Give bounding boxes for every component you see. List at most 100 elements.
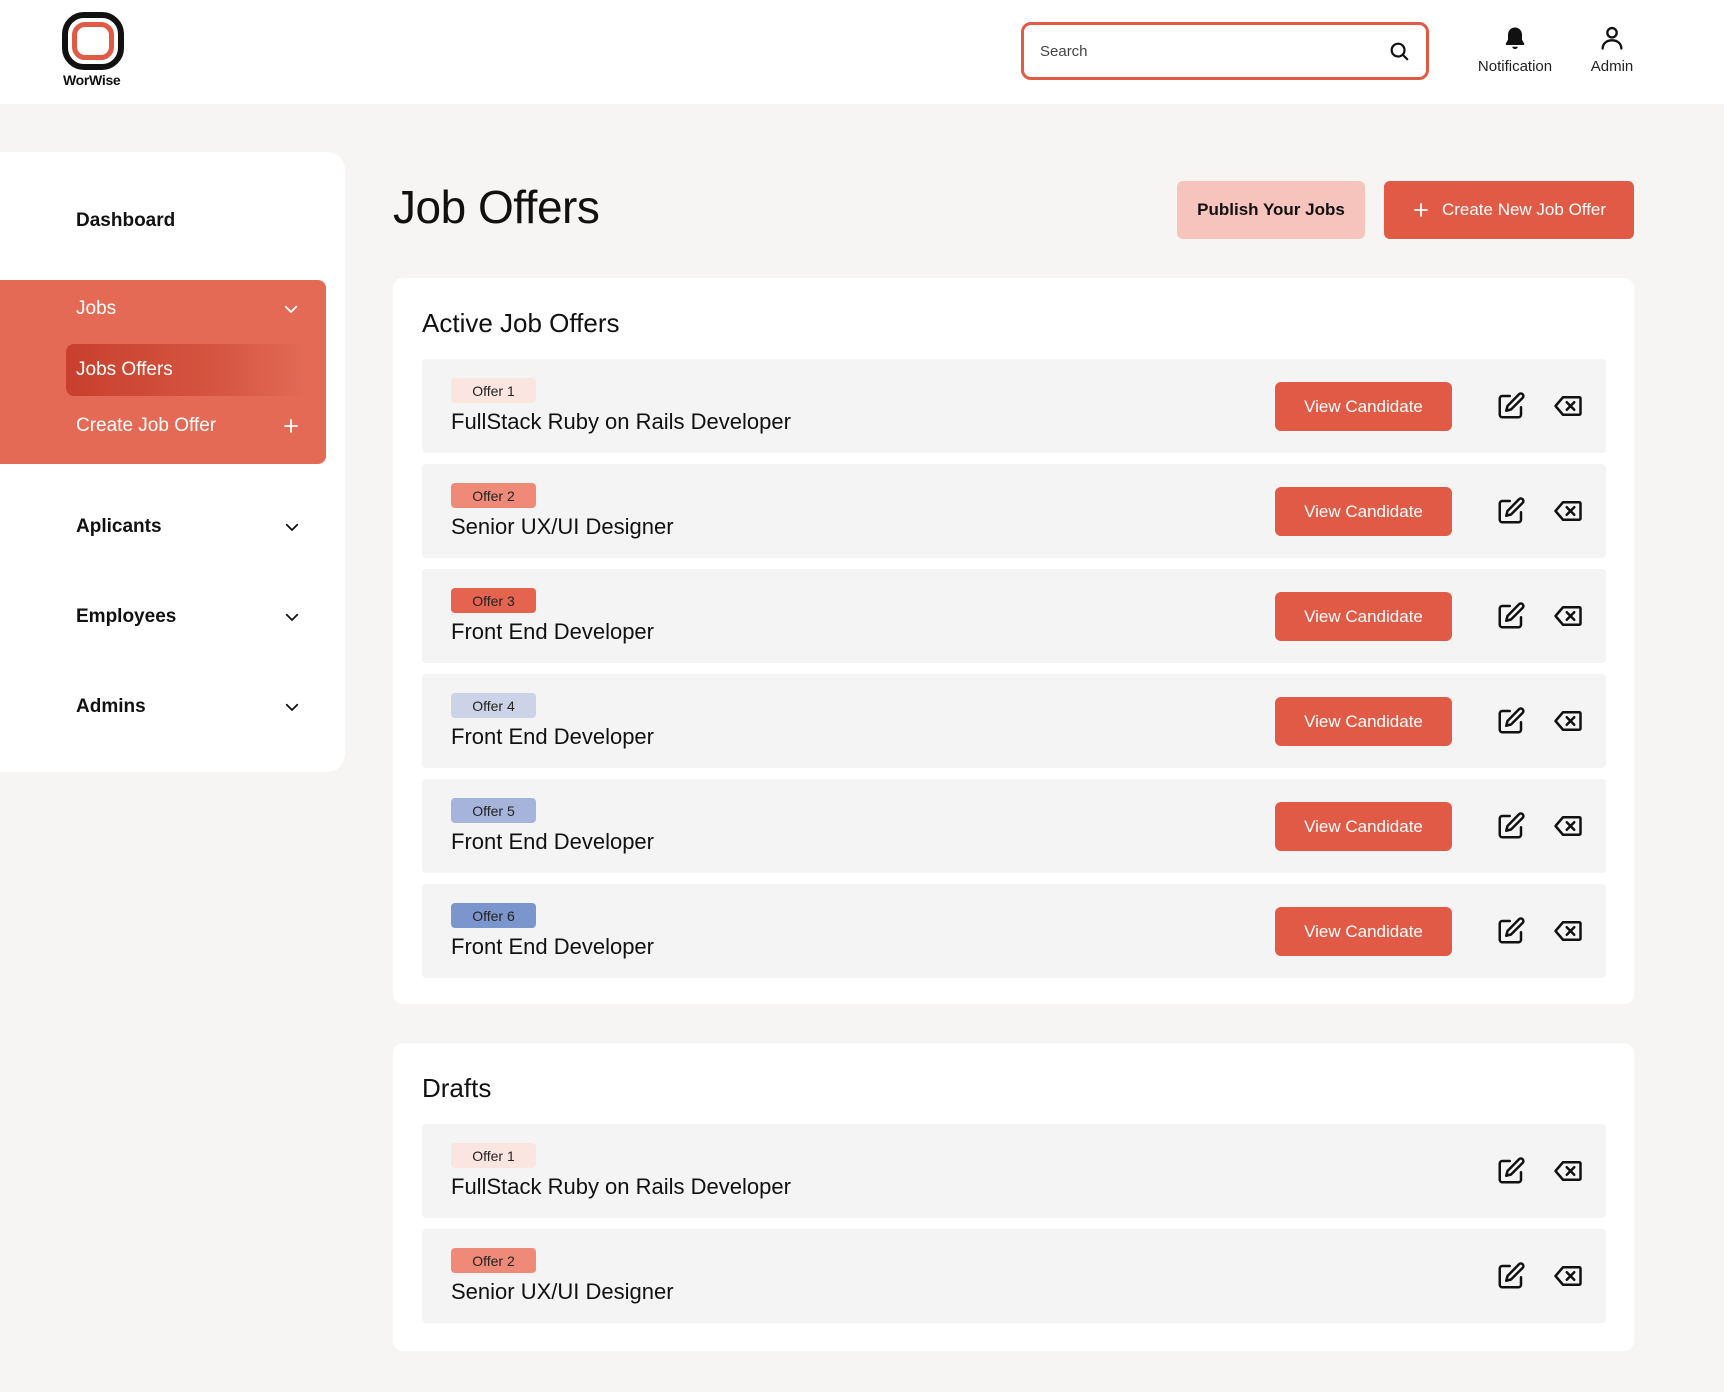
backspace-delete-icon: [1554, 921, 1582, 941]
create-job-offer-button[interactable]: Create New Job Offer: [1384, 181, 1634, 239]
edit-icon: [1498, 392, 1525, 419]
chevron-down-icon: [285, 613, 299, 621]
top-header: WorWise Notification Admin: [0, 0, 1724, 104]
job-title: Front End Developer: [451, 724, 654, 749]
job-offer-row[interactable]: Offer 6 Front End Developer View Candidate: [422, 884, 1606, 978]
job-offer-row[interactable]: Offer 1 FullStack Ruby on Rails Developer: [422, 1124, 1606, 1218]
sidebar-item-aplicants[interactable]: Aplicants: [76, 512, 301, 542]
job-offer-row[interactable]: Offer 5 Front End Developer View Candidate: [422, 779, 1606, 873]
notification-button[interactable]: Notification: [1475, 24, 1555, 75]
sidebar-item-label: Admins: [76, 696, 146, 717]
job-offer-row[interactable]: Offer 1 FullStack Ruby on Rails Developer…: [422, 359, 1606, 453]
brand-name: WorWise: [63, 72, 121, 88]
backspace-delete-icon: [1554, 711, 1582, 731]
delete-button[interactable]: [1553, 496, 1583, 526]
job-title: Front End Developer: [451, 934, 654, 959]
edit-button[interactable]: [1496, 916, 1526, 946]
sidebar-group-jobs: Jobs Jobs Offers Create Job Offer: [0, 280, 326, 464]
sidebar-item-jobs[interactable]: Jobs: [76, 292, 300, 326]
chevron-down-icon: [285, 523, 299, 531]
offer-badge: Offer 3: [451, 588, 536, 613]
edit-icon: [1498, 602, 1525, 629]
backspace-delete-icon: [1554, 396, 1582, 416]
edit-icon: [1498, 1157, 1525, 1184]
delete-button[interactable]: [1553, 706, 1583, 736]
view-candidate-button[interactable]: View Candidate: [1275, 487, 1452, 536]
sidebar-item-dashboard[interactable]: Dashboard: [76, 206, 301, 236]
view-candidate-button[interactable]: View Candidate: [1275, 802, 1452, 851]
job-offer-row[interactable]: Offer 2 Senior UX/UI Designer View Candida…: [422, 464, 1606, 558]
backspace-delete-icon: [1554, 606, 1582, 626]
job-title: FullStack Ruby on Rails Developer: [451, 1174, 791, 1199]
sidebar: Dashboard Jobs Jobs Offers Create Job Of…: [0, 152, 345, 772]
view-candidate-button[interactable]: View Candidate: [1275, 592, 1452, 641]
backspace-delete-icon: [1554, 816, 1582, 836]
sidebar-item-label: Employees: [76, 606, 177, 627]
sidebar-item-create-job-offer[interactable]: Create Job Offer: [76, 408, 300, 444]
user-icon: [1601, 26, 1623, 50]
admin-label: Admin: [1590, 58, 1634, 75]
publish-jobs-button[interactable]: Publish Your Jobs: [1177, 181, 1365, 239]
edit-button[interactable]: [1496, 1261, 1526, 1291]
sidebar-item-label: Jobs Offers: [76, 359, 173, 380]
admin-button[interactable]: Admin: [1582, 24, 1642, 75]
edit-button[interactable]: [1496, 496, 1526, 526]
offer-badge: Offer 2: [451, 483, 536, 508]
edit-button[interactable]: [1496, 706, 1526, 736]
view-candidate-button[interactable]: View Candidate: [1275, 697, 1452, 746]
delete-button[interactable]: [1553, 601, 1583, 631]
bell-icon: [1505, 27, 1525, 50]
backspace-delete-icon: [1554, 1161, 1582, 1181]
edit-button[interactable]: [1496, 1156, 1526, 1186]
view-candidate-button[interactable]: View Candidate: [1275, 907, 1452, 956]
chevron-down-icon: [284, 305, 298, 313]
offer-badge: Offer 1: [451, 1143, 536, 1168]
chevron-down-icon: [285, 703, 299, 711]
offer-badge: Offer 5: [451, 798, 536, 823]
job-title: Front End Developer: [451, 619, 654, 644]
delete-button[interactable]: [1553, 1261, 1583, 1291]
view-candidate-button[interactable]: View Candidate: [1275, 382, 1452, 431]
edit-button[interactable]: [1496, 391, 1526, 421]
delete-button[interactable]: [1553, 1156, 1583, 1186]
edit-icon: [1498, 497, 1525, 524]
edit-icon: [1498, 917, 1525, 944]
edit-icon: [1498, 1262, 1525, 1289]
sidebar-item-jobs-offers[interactable]: Jobs Offers: [66, 344, 306, 396]
brand-logo[interactable]: WorWise: [58, 12, 134, 92]
job-offer-row[interactable]: Offer 3 Front End Developer View Candidate: [422, 569, 1606, 663]
edit-button[interactable]: [1496, 601, 1526, 631]
section-title: Active Job Offers: [422, 308, 620, 338]
job-offer-row[interactable]: Offer 2 Senior UX/UI Designer: [422, 1229, 1606, 1323]
backspace-delete-icon: [1554, 501, 1582, 521]
offer-badge: Offer 4: [451, 693, 536, 718]
page-title: Job Offers: [393, 181, 600, 233]
sidebar-item-label: Aplicants: [76, 516, 162, 537]
sidebar-item-label: Jobs: [76, 298, 117, 319]
plus-icon: [1414, 203, 1428, 217]
active-job-offers-card: Active Job Offers Offer 1 FullStack Ruby …: [393, 278, 1634, 1004]
sidebar-item-label: Create Job Offer: [76, 415, 217, 436]
sidebar-item-label: Dashboard: [76, 210, 176, 231]
delete-button[interactable]: [1553, 916, 1583, 946]
edit-icon: [1498, 707, 1525, 734]
create-job-offer-label: Create New Job Offer: [1441, 200, 1607, 219]
search-input[interactable]: [1040, 42, 1388, 60]
backspace-delete-icon: [1554, 1266, 1582, 1286]
logo-mark: [62, 12, 124, 70]
edit-icon: [1498, 812, 1525, 839]
section-title: Drafts: [422, 1073, 492, 1103]
edit-button[interactable]: [1496, 811, 1526, 841]
notification-label: Notification: [1477, 58, 1553, 75]
delete-button[interactable]: [1553, 391, 1583, 421]
job-title: Senior UX/UI Designer: [451, 1279, 674, 1304]
search-icon[interactable]: [1388, 40, 1410, 62]
delete-button[interactable]: [1553, 811, 1583, 841]
plus-icon: [284, 419, 298, 433]
sidebar-item-employees[interactable]: Employees: [76, 602, 301, 632]
job-offer-row[interactable]: Offer 4 Front End Developer View Candidate: [422, 674, 1606, 768]
job-title: Front End Developer: [451, 829, 654, 854]
search-bar[interactable]: [1021, 22, 1429, 80]
sidebar-item-admins[interactable]: Admins: [76, 692, 301, 722]
job-title: Senior UX/UI Designer: [451, 514, 674, 539]
